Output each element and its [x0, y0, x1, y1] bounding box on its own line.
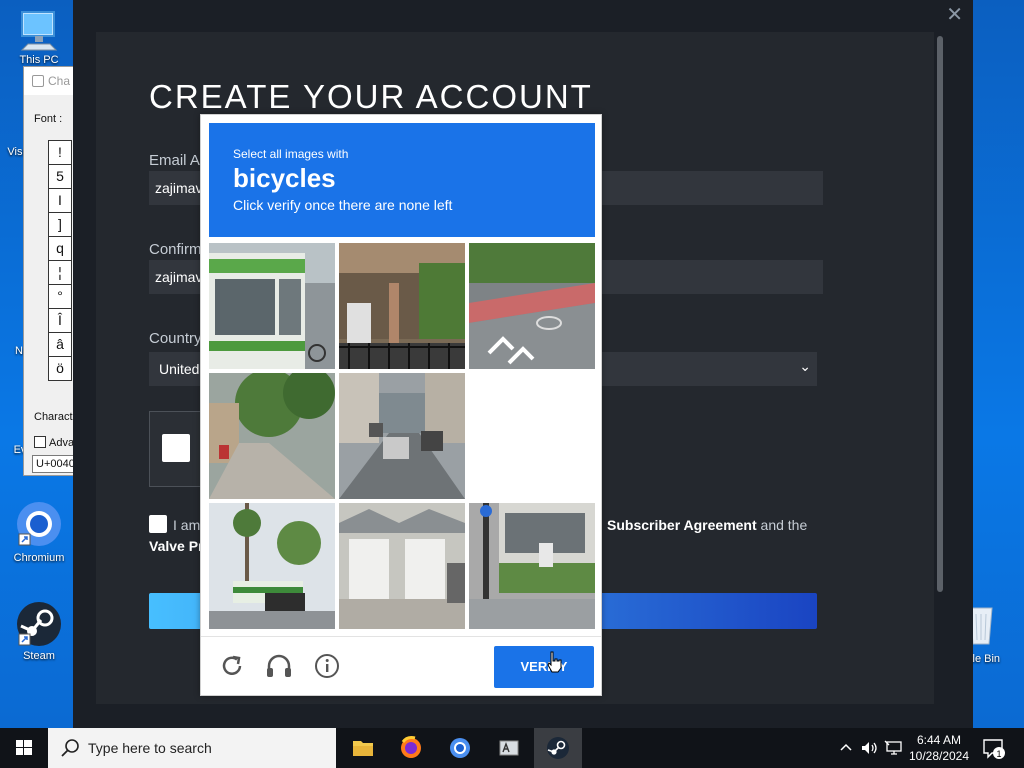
char-cell[interactable]: ¦ — [48, 260, 72, 285]
agree-checkbox[interactable] — [149, 515, 167, 533]
advanced-view-label: Adva — [49, 437, 75, 449]
close-icon[interactable]: ✕ — [946, 5, 963, 25]
file-explorer-icon[interactable] — [339, 728, 387, 768]
char-cell[interactable]: â — [48, 332, 72, 357]
advanced-view-checkbox[interactable]: Adva — [34, 436, 74, 449]
email-label: Email Ac — [149, 152, 208, 169]
prompt-post: Click verify once there are none left — [233, 197, 453, 213]
info-icon[interactable] — [312, 651, 342, 681]
prompt-word: bicycles — [233, 163, 336, 193]
captcha-tile-porch[interactable] — [339, 243, 465, 369]
agree-prefix: I am — [173, 517, 201, 533]
captcha-tile-garage[interactable] — [339, 503, 465, 629]
steam-icon — [17, 602, 61, 646]
checkbox-box — [34, 436, 46, 448]
desktop-icon-label: Chromium — [13, 552, 65, 564]
char-cell[interactable]: q — [48, 236, 72, 261]
subscriber-agreement-link[interactable]: Subscriber Agreement — [607, 517, 757, 533]
taskbar: Type here to search 6:44 AM 10/28/2024 1 — [0, 728, 1024, 768]
scrollbar[interactable] — [937, 36, 943, 592]
taskbar-search-input[interactable]: Type here to search — [48, 728, 336, 768]
char-cell[interactable]: ° — [48, 284, 72, 309]
captcha-tile-shopfront[interactable] — [469, 503, 595, 629]
computer-icon — [20, 11, 58, 51]
captcha-checkbox[interactable] — [162, 434, 190, 462]
prompt-pre: Select all images with — [233, 147, 349, 161]
window-title: Cha — [48, 74, 71, 88]
clock-time: 6:44 AM — [916, 733, 962, 747]
divider — [201, 636, 601, 637]
search-placeholder: Type here to search — [88, 740, 212, 756]
captcha-tile-street-trees[interactable] — [209, 373, 335, 499]
char-cell[interactable]: ö — [48, 356, 72, 381]
char-cell[interactable]: I — [48, 188, 72, 213]
captcha-tile-bus[interactable] — [209, 243, 335, 369]
captcha-prompt: Select all images with bicycles Click ve… — [209, 123, 595, 237]
headphones-icon[interactable] — [264, 651, 294, 681]
captcha-tile-blank[interactable] — [469, 373, 595, 499]
taskbar-clock[interactable]: 6:44 AM 10/28/2024 — [906, 732, 972, 764]
verify-button[interactable]: VERIFY — [494, 646, 594, 688]
confirm-email-label: Confirm — [149, 241, 202, 258]
country-value: United — [159, 361, 200, 377]
agree-mid: and the — [760, 517, 808, 533]
char-cell[interactable]: Î — [48, 308, 72, 333]
character-map-taskbar-icon[interactable] — [485, 728, 533, 768]
characters-label: Charact — [34, 411, 73, 423]
chromium-icon — [17, 502, 61, 546]
chromium-taskbar-icon[interactable] — [436, 728, 484, 768]
desktop-icon-label: Steam — [23, 650, 55, 662]
char-cell[interactable]: 5 — [48, 164, 72, 189]
desktop-icon-steam[interactable]: Steam — [4, 600, 74, 662]
chevron-up-icon[interactable] — [838, 740, 854, 756]
char-cell[interactable]: ] — [48, 212, 72, 237]
country-label: Country — [149, 330, 202, 347]
search-icon — [61, 739, 79, 757]
hand-cursor-icon — [547, 651, 562, 673]
notification-icon[interactable]: 1 — [982, 738, 1006, 760]
char-cell[interactable]: ! — [48, 140, 72, 165]
captcha-tile-grid — [209, 243, 595, 629]
firefox-icon[interactable] — [387, 728, 435, 768]
chevron-down-icon: ⌄ — [799, 358, 811, 374]
captcha-tile-road-marking[interactable] — [469, 243, 595, 369]
volume-icon[interactable] — [860, 740, 880, 756]
notification-count: 1 — [996, 749, 1001, 759]
captcha-tile-traffic[interactable] — [339, 373, 465, 499]
desktop-icon-label: This PC — [19, 54, 59, 66]
network-icon[interactable] — [884, 740, 904, 756]
desktop-icon-this-pc[interactable]: This PC — [4, 8, 74, 66]
app-icon — [32, 75, 44, 87]
refresh-icon[interactable] — [217, 651, 247, 681]
captcha-challenge: Select all images with bicycles Click ve… — [200, 114, 602, 696]
windows-start-icon[interactable] — [0, 728, 48, 768]
captcha-tile-bus-palms[interactable] — [209, 503, 335, 629]
clock-date: 10/28/2024 — [908, 749, 970, 763]
page-title: CREATE YOUR ACCOUNT — [149, 78, 593, 115]
privacy-policy-link[interactable]: Valve Pr — [149, 538, 204, 554]
steam-taskbar-icon[interactable] — [534, 728, 582, 768]
desktop-icon-chromium[interactable]: Chromium — [4, 500, 74, 564]
